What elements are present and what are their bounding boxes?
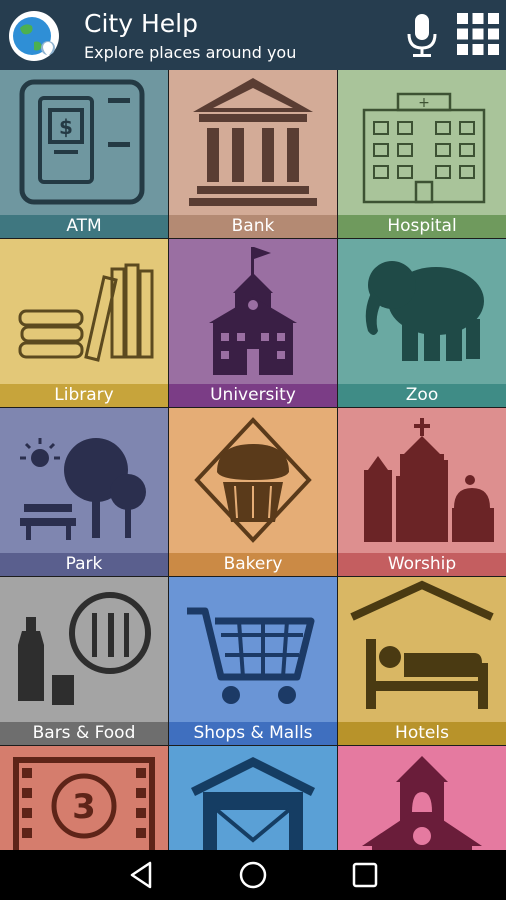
svg-text:3: 3 — [72, 787, 96, 827]
app-title: City Help — [84, 9, 198, 38]
system-nav-bar — [0, 850, 506, 900]
atm-icon: $ — [19, 79, 145, 205]
school-bell-icon — [362, 756, 482, 850]
tile-label: Library — [0, 384, 168, 407]
svg-text:+: + — [418, 95, 430, 111]
tile-label: University — [169, 384, 337, 407]
tile-school[interactable] — [338, 746, 506, 850]
books-icon — [18, 263, 154, 362]
tile-label: Worship — [338, 553, 506, 576]
tile-label: Zoo — [338, 384, 506, 407]
tile-label: Bank — [169, 215, 337, 238]
tile-bakery[interactable]: Bakery — [169, 408, 337, 576]
microphone-icon[interactable] — [404, 12, 440, 60]
university-icon — [209, 247, 297, 375]
tile-worship[interactable]: Worship — [338, 408, 506, 576]
tile-label: Bars & Food — [0, 722, 168, 745]
tile-post-office[interactable] — [169, 746, 337, 850]
tile-label: ATM — [0, 215, 168, 238]
home-icon[interactable] — [236, 858, 270, 892]
tile-label: Bakery — [169, 553, 337, 576]
svg-text:$: $ — [59, 115, 73, 139]
bank-icon — [189, 78, 317, 206]
recents-icon[interactable] — [348, 858, 382, 892]
worship-icon — [364, 418, 494, 542]
tile-label: Shops & Malls — [169, 722, 337, 745]
grid-menu-icon[interactable] — [456, 12, 500, 56]
globe-pin-icon[interactable] — [8, 10, 60, 62]
cupcake-icon — [194, 417, 312, 543]
tile-shops-malls[interactable]: Shops & Malls — [169, 577, 337, 745]
hotel-bed-icon — [350, 580, 494, 709]
tile-university[interactable]: University — [169, 239, 337, 407]
tile-bank[interactable]: Bank — [169, 70, 337, 238]
hospital-icon: + — [362, 92, 486, 204]
cinema-icon: 3 — [13, 757, 155, 850]
park-icon — [20, 438, 146, 540]
tile-bars-food[interactable]: Bars & Food — [0, 577, 168, 745]
category-grid: $ ATM Bank + Hospital Library University… — [0, 70, 506, 850]
tile-library[interactable]: Library — [0, 239, 168, 407]
tile-park[interactable]: Park — [0, 408, 168, 576]
tile-cinema[interactable]: 3 — [0, 746, 168, 850]
tile-label: Park — [0, 553, 168, 576]
tile-atm[interactable]: $ ATM — [0, 70, 168, 238]
tile-hospital[interactable]: + Hospital — [338, 70, 506, 238]
post-office-icon — [190, 756, 316, 850]
tile-label: Hotels — [338, 722, 506, 745]
elephant-icon — [365, 261, 484, 361]
app-header: City Help Explore places around you — [0, 0, 506, 70]
tile-label: Hospital — [338, 215, 506, 238]
tile-zoo[interactable]: Zoo — [338, 239, 506, 407]
shopping-cart-icon — [187, 607, 315, 704]
bars-food-icon — [18, 592, 151, 705]
tile-hotels[interactable]: Hotels — [338, 577, 506, 745]
app-subtitle: Explore places around you — [84, 43, 297, 62]
back-icon[interactable] — [124, 858, 158, 892]
